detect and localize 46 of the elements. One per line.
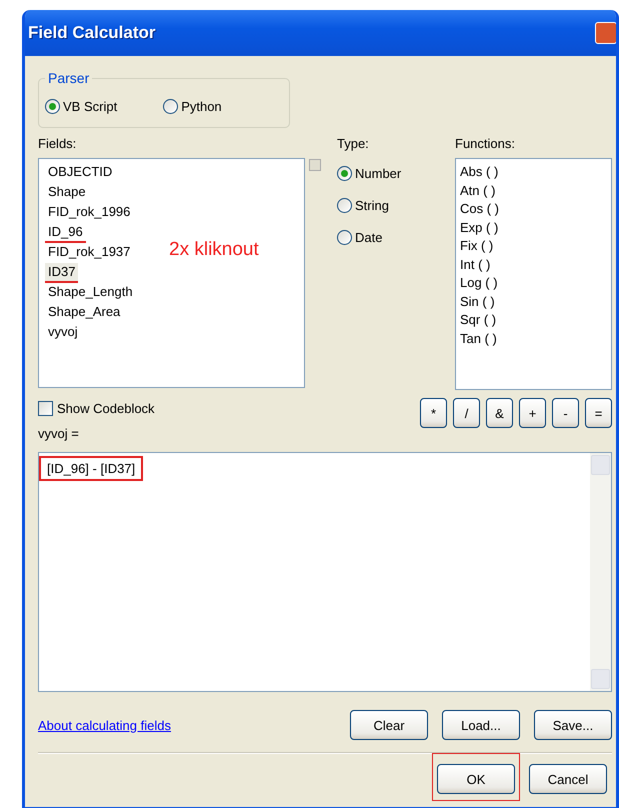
operator-button[interactable]: -: [552, 398, 579, 428]
operator-button[interactable]: =: [585, 398, 612, 428]
expression-field[interactable]: [ID_96] - [ID37]: [38, 452, 612, 692]
annotation-note: 2x kliknout: [169, 239, 259, 261]
show-codeblock-checkbox[interactable]: Show Codeblock: [38, 400, 155, 416]
function-item[interactable]: Sqr ( ): [456, 311, 611, 330]
radio-option[interactable]: String: [337, 198, 455, 213]
operator-button[interactable]: +: [519, 398, 546, 428]
function-item[interactable]: Int ( ): [456, 256, 611, 274]
file-button[interactable]: Clear: [350, 710, 428, 740]
radio-option[interactable]: Date: [337, 230, 455, 245]
expression-label: vyvoj =: [38, 426, 80, 443]
dialog-button[interactable]: Cancel: [529, 764, 607, 794]
expression-text: [ID_96] - [ID37]: [39, 456, 144, 481]
help-link[interactable]: About calculating fields: [38, 718, 171, 732]
window-title: Field Calculator: [28, 23, 156, 43]
function-item[interactable]: Sin ( ): [456, 292, 611, 311]
function-item[interactable]: Abs ( ): [456, 163, 611, 182]
field-item[interactable]: FID_rok_1996: [45, 203, 134, 223]
file-button[interactable]: Save...: [534, 710, 612, 740]
file-button[interactable]: Load...: [442, 710, 520, 740]
operator-button[interactable]: *: [420, 398, 447, 428]
field-item[interactable]: vyvoj: [45, 323, 81, 343]
function-item[interactable]: Tan ( ): [456, 330, 611, 348]
radio-option[interactable]: VB Script: [45, 99, 118, 114]
radio-option[interactable]: Number: [337, 166, 455, 181]
functions-label: Functions:: [455, 136, 516, 153]
field-item[interactable]: Shape: [45, 183, 89, 203]
dialog-button[interactable]: OK: [437, 764, 515, 794]
type-label: Type:: [337, 136, 370, 153]
function-item[interactable]: Log ( ): [456, 274, 611, 292]
operator-button[interactable]: /: [453, 398, 480, 428]
field-item[interactable]: FID_rok_1937: [45, 243, 134, 263]
field-item[interactable]: ID37: [45, 263, 78, 283]
function-item[interactable]: Fix ( ): [456, 237, 611, 256]
field-item[interactable]: Shape_Length: [45, 283, 136, 303]
fields-label: Fields:: [38, 136, 78, 153]
field-item[interactable]: ID_96: [45, 223, 86, 243]
function-item[interactable]: Cos ( ): [456, 200, 611, 218]
radio-option[interactable]: Python: [163, 99, 222, 114]
function-item[interactable]: Atn ( ): [456, 182, 611, 200]
field-item[interactable]: OBJECTID: [45, 163, 116, 183]
field-item[interactable]: Shape_Area: [45, 303, 124, 323]
group-label: Parser: [47, 70, 90, 86]
function-item[interactable]: Exp ( ): [456, 218, 611, 237]
operator-button[interactable]: &: [486, 398, 513, 428]
